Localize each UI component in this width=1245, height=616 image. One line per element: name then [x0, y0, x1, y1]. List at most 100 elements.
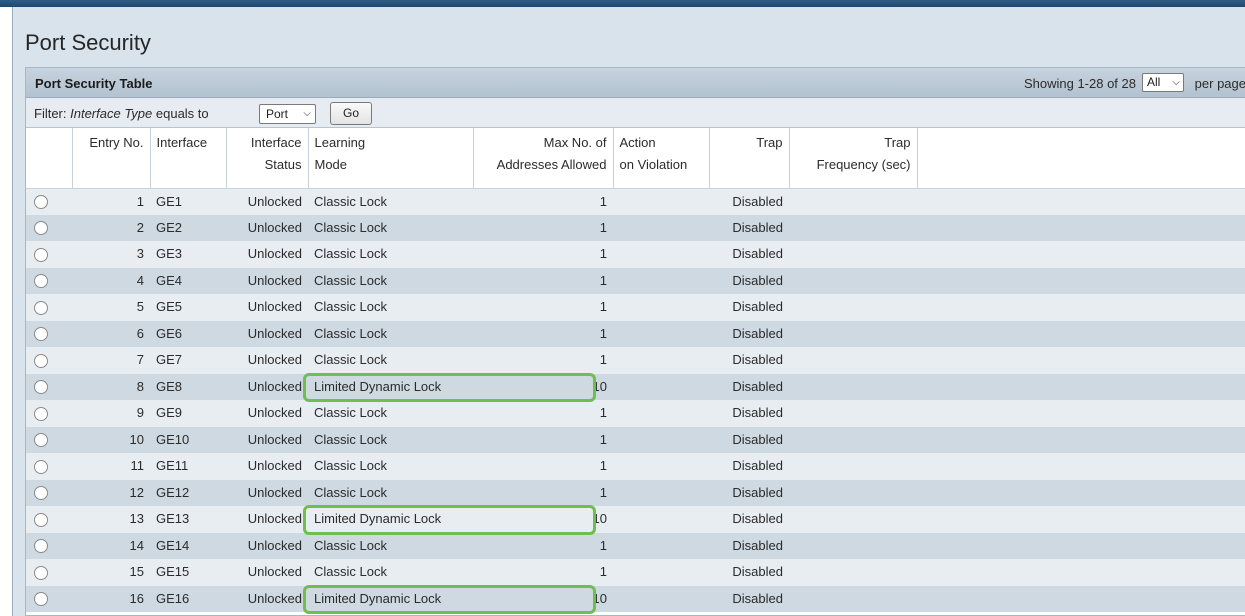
go-button[interactable]: Go	[330, 102, 372, 125]
table-row[interactable]: 1 GE1 Unlocked Classic Lock 1 Disabled	[26, 188, 1245, 215]
row-select-cell	[26, 479, 72, 506]
filter-label: Filter: Interface Type equals to	[34, 106, 209, 121]
row-select-cell	[26, 426, 72, 453]
max-addresses-cell: 10	[473, 373, 613, 400]
column-header-line: on Violation	[619, 157, 688, 172]
table-column-headers: Entry No. Interface Interface Status Learnin…	[26, 128, 1245, 189]
table-row[interactable]: 9 GE9 Unlocked Classic Lock 1 Disabled	[26, 400, 1245, 427]
table-row[interactable]: 6 GE6 Unlocked Classic Lock 1 Disabled	[26, 320, 1245, 347]
table-row[interactable]: 15 GE15 Unlocked Classic Lock 1 Disabled	[26, 559, 1245, 586]
table-row[interactable]: 13 GE13 Unlocked Limited Dynamic Lock 10 Disa…	[26, 506, 1245, 533]
action-cell	[613, 188, 709, 215]
table-row[interactable]: 3 GE3 Unlocked Classic Lock 1 Disabled	[26, 241, 1245, 268]
interface-type-select[interactable]: Port ⌵	[259, 104, 316, 124]
learning-mode-cell: Classic Lock	[308, 453, 473, 480]
table-row[interactable]: 4 GE4 Unlocked Classic Lock 1 Disabled	[26, 267, 1245, 294]
row-radio-button[interactable]	[34, 433, 48, 448]
column-header-trap-frequency: Trap Frequency (sec)	[789, 128, 918, 189]
row-radio-button[interactable]	[34, 195, 48, 210]
column-header-entry-no: Entry No.	[72, 128, 151, 189]
max-addresses-cell: 10	[473, 585, 613, 612]
action-cell	[613, 585, 709, 612]
interface-cell: GE7	[150, 347, 226, 374]
entry-no-cell: 2	[72, 214, 150, 241]
filter-field-name: Interface Type	[70, 106, 153, 121]
trap-frequency-cell	[789, 559, 917, 586]
per-page-select[interactable]: All ⌵	[1142, 73, 1184, 92]
status-cell: Unlocked	[226, 506, 308, 533]
column-header-line: Entry No.	[89, 135, 144, 150]
row-radio-button[interactable]	[34, 512, 48, 527]
interface-cell: GE4	[150, 267, 226, 294]
learning-mode-cell: Limited Dynamic Lock	[308, 585, 473, 612]
table-row[interactable]: 7 GE7 Unlocked Classic Lock 1 Disabled	[26, 347, 1245, 374]
row-radio-button[interactable]	[34, 221, 48, 236]
showing-count: Showing 1-28 of 28	[1023, 76, 1136, 91]
trap-cell: Disabled	[709, 373, 789, 400]
column-header-line: Action	[619, 135, 656, 150]
trap-frequency-cell	[789, 267, 917, 294]
learning-mode-cell: Classic Lock	[308, 267, 473, 294]
row-spacer-cell	[917, 267, 1245, 294]
row-radio-button[interactable]	[34, 274, 48, 289]
trap-frequency-cell	[789, 426, 917, 453]
max-addresses-cell: 1	[473, 267, 613, 294]
table-row[interactable]: 12 GE12 Unlocked Classic Lock 1 Disabled	[26, 479, 1245, 506]
action-cell	[613, 241, 709, 268]
trap-cell: Disabled	[709, 294, 789, 321]
table-row[interactable]: 14 GE14 Unlocked Classic Lock 1 Disabled	[26, 532, 1245, 559]
table-row[interactable]: 8 GE8 Unlocked Limited Dynamic Lock 10 Disabl…	[26, 373, 1245, 400]
row-spacer-cell	[917, 373, 1245, 400]
action-cell	[613, 559, 709, 586]
status-cell: Unlocked	[226, 188, 308, 215]
status-cell: Unlocked	[226, 373, 308, 400]
entry-no-cell: 5	[72, 294, 150, 321]
row-radio-button[interactable]	[34, 459, 48, 474]
status-cell: Unlocked	[226, 585, 308, 612]
row-radio-button[interactable]	[34, 327, 48, 342]
table-row[interactable]: 16 GE16 Unlocked Limited Dynamic Lock 10 Disa…	[26, 585, 1245, 612]
table-row[interactable]: 11 GE11 Unlocked Classic Lock 1 Disabled	[26, 453, 1245, 480]
row-radio-button[interactable]	[34, 592, 48, 607]
row-radio-button[interactable]	[34, 380, 48, 395]
row-spacer-cell	[917, 320, 1245, 347]
trap-frequency-cell	[789, 373, 917, 400]
column-header-learning-mode: Learning Mode	[308, 128, 474, 189]
filter-bar: Filter: Interface Type equals to Port ⌵ …	[26, 98, 1245, 128]
row-radio-button[interactable]	[34, 565, 48, 580]
table-row[interactable]: 2 GE2 Unlocked Classic Lock 1 Disabled	[26, 214, 1245, 241]
action-cell	[613, 267, 709, 294]
learning-mode-cell: Classic Lock	[308, 241, 473, 268]
action-cell	[613, 320, 709, 347]
interface-cell: GE5	[150, 294, 226, 321]
table-body: 1 GE1 Unlocked Classic Lock 1 Disabled 2 GE2 Unl…	[26, 188, 1245, 612]
interface-cell: GE16	[150, 585, 226, 612]
entry-no-cell: 12	[72, 479, 150, 506]
row-radio-button[interactable]	[34, 353, 48, 368]
row-spacer-cell	[917, 453, 1245, 480]
chevron-down-icon: ⌵	[303, 108, 311, 119]
column-header-line: Status	[264, 157, 302, 172]
trap-cell: Disabled	[709, 426, 789, 453]
trap-cell: Disabled	[709, 585, 789, 612]
status-cell: Unlocked	[226, 479, 308, 506]
row-spacer-cell	[917, 400, 1245, 427]
max-addresses-cell: 1	[473, 241, 613, 268]
learning-mode-cell: Classic Lock	[308, 347, 473, 374]
entry-no-cell: 15	[72, 559, 150, 586]
table-row[interactable]: 5 GE5 Unlocked Classic Lock 1 Disabled	[26, 294, 1245, 321]
row-radio-button[interactable]	[34, 539, 48, 554]
row-select-cell	[26, 188, 72, 215]
column-header-interface-status: Interface Status	[226, 128, 309, 189]
row-radio-button[interactable]	[34, 247, 48, 262]
max-addresses-cell: 1	[473, 214, 613, 241]
row-radio-button[interactable]	[34, 406, 48, 421]
trap-cell: Disabled	[709, 506, 789, 533]
learning-mode-cell: Classic Lock	[308, 294, 473, 321]
row-spacer-cell	[917, 506, 1245, 533]
table-row[interactable]: 10 GE10 Unlocked Classic Lock 1 Disabled	[26, 426, 1245, 453]
row-radio-button[interactable]	[34, 300, 48, 315]
interface-type-value: Port	[266, 107, 289, 121]
row-radio-button[interactable]	[34, 486, 48, 501]
status-cell: Unlocked	[226, 320, 308, 347]
